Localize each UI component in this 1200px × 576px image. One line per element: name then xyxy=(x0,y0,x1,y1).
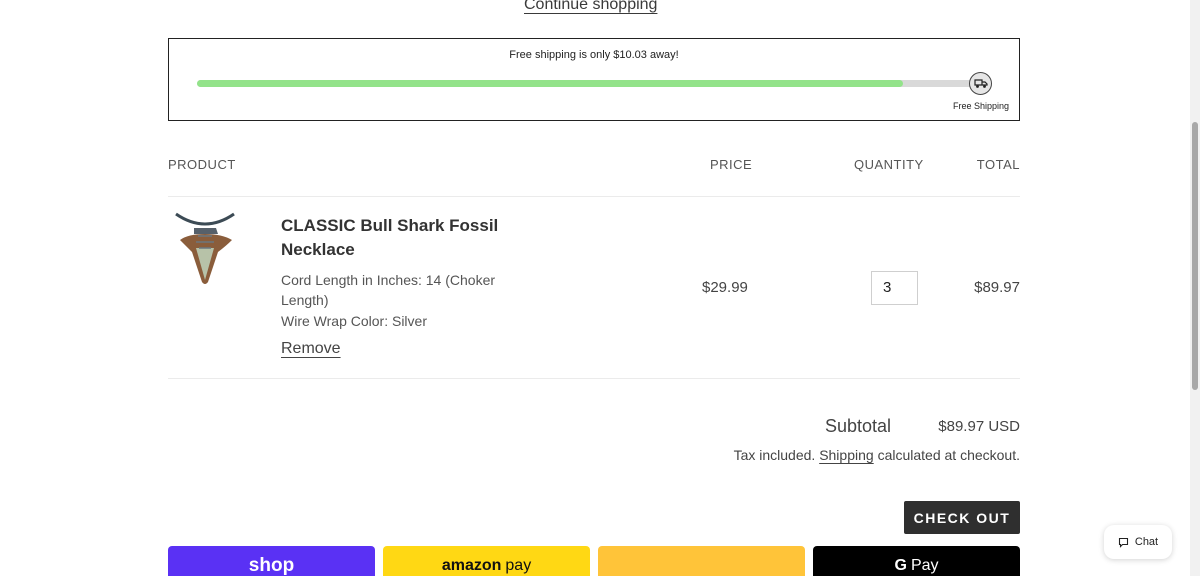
product-option-cord-length: Cord Length in Inches: 14 (Choker Length… xyxy=(281,272,496,308)
truck-icon xyxy=(969,72,992,95)
tax-note: Tax included. Shipping calculated at che… xyxy=(734,447,1020,463)
amazon-pay-button[interactable]: amazon pay xyxy=(383,546,590,576)
scrollbar-thumb[interactable] xyxy=(1192,122,1198,390)
cart-table-header: PRODUCT PRICE QUANTITY TOTAL xyxy=(168,157,1020,173)
header-quantity: QUANTITY xyxy=(854,157,924,172)
amazon-pay-label: pay xyxy=(505,557,532,574)
divider xyxy=(168,378,1020,379)
product-option-wire-color: Wire Wrap Color: Silver xyxy=(281,313,427,329)
google-pay-button[interactable]: G Pay xyxy=(813,546,1020,576)
tax-note-prefix: Tax included. xyxy=(733,447,816,463)
tax-note-suffix: calculated at checkout. xyxy=(877,447,1020,463)
shop-pay-logo: shop xyxy=(248,555,295,576)
free-shipping-progress-box: Free shipping is only $10.03 away! Free … xyxy=(168,38,1020,121)
paypal-button[interactable] xyxy=(598,546,805,576)
item-total: $89.97 xyxy=(974,279,1020,296)
product-thumbnail[interactable] xyxy=(172,212,238,286)
header-total: TOTAL xyxy=(976,157,1020,172)
shipping-progress-fill xyxy=(197,80,903,87)
checkout-button[interactable]: CHECK OUT xyxy=(904,501,1020,534)
subtotal-label: Subtotal xyxy=(825,416,892,436)
chat-bubble-icon xyxy=(1118,537,1128,548)
continue-shopping-link[interactable]: Continue shopping xyxy=(524,0,657,14)
item-price: $29.99 xyxy=(702,279,748,296)
google-g-icon: G xyxy=(894,557,907,574)
header-product: PRODUCT xyxy=(168,157,236,172)
amazon-logo: amazon xyxy=(441,557,502,574)
chat-button[interactable]: Chat xyxy=(1104,525,1172,559)
product-name[interactable]: CLASSIC Bull Shark Fossil Necklace xyxy=(281,214,521,262)
free-shipping-message: Free shipping is only $10.03 away! xyxy=(169,49,1019,61)
shipping-policy-link[interactable]: Shipping xyxy=(819,447,874,463)
remove-item-link[interactable]: Remove xyxy=(281,340,341,358)
free-shipping-strong: Free shipping xyxy=(509,49,576,61)
chat-label: Chat xyxy=(1134,536,1159,548)
header-price: PRICE xyxy=(710,157,753,172)
free-shipping-goal-label: Free Shipping xyxy=(952,101,1009,111)
shop-pay-button[interactable]: shop xyxy=(168,546,375,576)
free-shipping-remaining: is only $10.03 away! xyxy=(579,49,679,61)
shipping-progress-track xyxy=(197,80,981,87)
divider xyxy=(168,196,1020,197)
quantity-input[interactable]: 3 xyxy=(871,271,918,305)
subtotal-value: $89.97 USD xyxy=(938,418,1020,435)
page-scrollbar[interactable] xyxy=(1190,0,1200,576)
google-pay-label: Pay xyxy=(910,557,939,574)
